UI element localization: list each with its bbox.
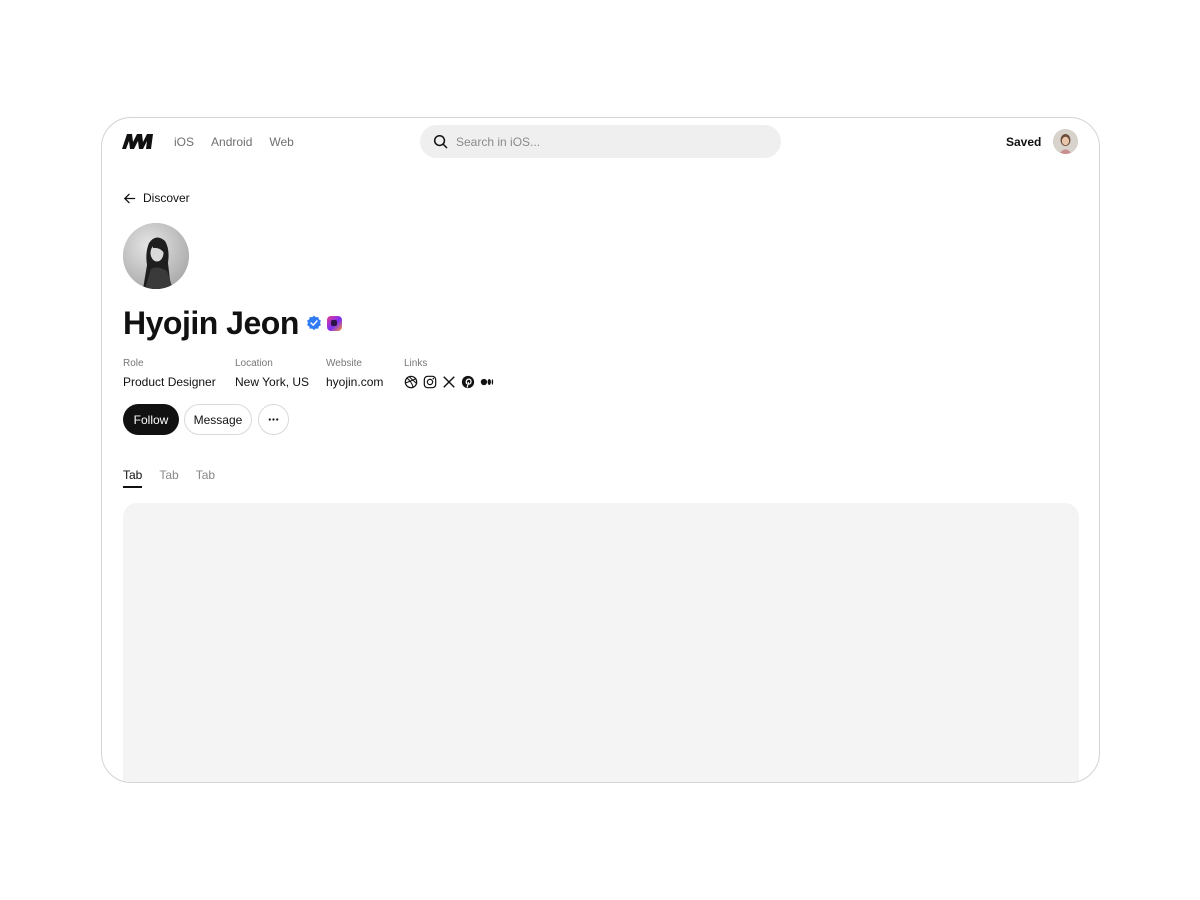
arrow-left-icon — [124, 193, 136, 203]
more-horizontal-icon — [268, 418, 279, 421]
dribbble-icon[interactable] — [404, 375, 418, 389]
user-avatar-image — [1053, 129, 1078, 154]
more-options-button[interactable] — [258, 404, 289, 435]
nav-link-android[interactable]: Android — [211, 135, 252, 149]
brand-m-logo-icon[interactable] — [122, 134, 153, 149]
nav-link-ios[interactable]: iOS — [174, 135, 194, 149]
message-button[interactable]: Message — [184, 404, 252, 435]
search-icon — [433, 134, 448, 149]
tab-2[interactable]: Tab — [159, 468, 178, 488]
back-link-discover[interactable]: Discover — [123, 191, 190, 205]
tab-content-panel — [123, 503, 1079, 782]
user-avatar[interactable] — [1053, 129, 1078, 154]
profile-name-row: Hyojin Jeon — [123, 304, 342, 342]
profile-tabs: Tab Tab Tab — [123, 468, 215, 488]
profile-photo — [123, 223, 189, 289]
website-label: Website — [326, 358, 362, 369]
app-window: iOS Android Web Saved Discover — [101, 117, 1100, 783]
instagram-icon[interactable] — [423, 375, 437, 389]
location-value: New York, US — [235, 375, 310, 389]
profile-avatar — [123, 223, 189, 289]
links-label: Links — [404, 358, 428, 369]
info-website: Website hyojin.com — [326, 358, 383, 389]
verified-badge-icon — [306, 315, 321, 331]
tab-3[interactable]: Tab — [196, 468, 215, 488]
nav-link-web[interactable]: Web — [269, 135, 293, 149]
tab-1[interactable]: Tab — [123, 468, 143, 488]
info-role: Role Product Designer — [123, 358, 216, 389]
saved-link[interactable]: Saved — [1006, 135, 1041, 149]
role-value: Product Designer — [123, 375, 216, 389]
location-label: Location — [235, 358, 273, 369]
follow-button[interactable]: Follow — [123, 404, 179, 435]
social-links — [404, 375, 494, 389]
search-bar[interactable] — [420, 125, 781, 158]
pinterest-icon[interactable] — [461, 375, 475, 389]
medium-icon[interactable] — [480, 375, 494, 389]
info-links: Links — [404, 358, 494, 389]
app-badge-icon — [326, 315, 342, 331]
platform-nav: iOS Android Web — [174, 135, 294, 149]
website-link[interactable]: hyojin.com — [326, 375, 383, 389]
x-icon[interactable] — [442, 375, 456, 389]
back-link-label: Discover — [143, 191, 190, 205]
profile-name: Hyojin Jeon — [123, 305, 299, 341]
search-input[interactable] — [456, 134, 746, 149]
role-label: Role — [123, 358, 144, 369]
info-location: Location New York, US — [235, 358, 309, 389]
